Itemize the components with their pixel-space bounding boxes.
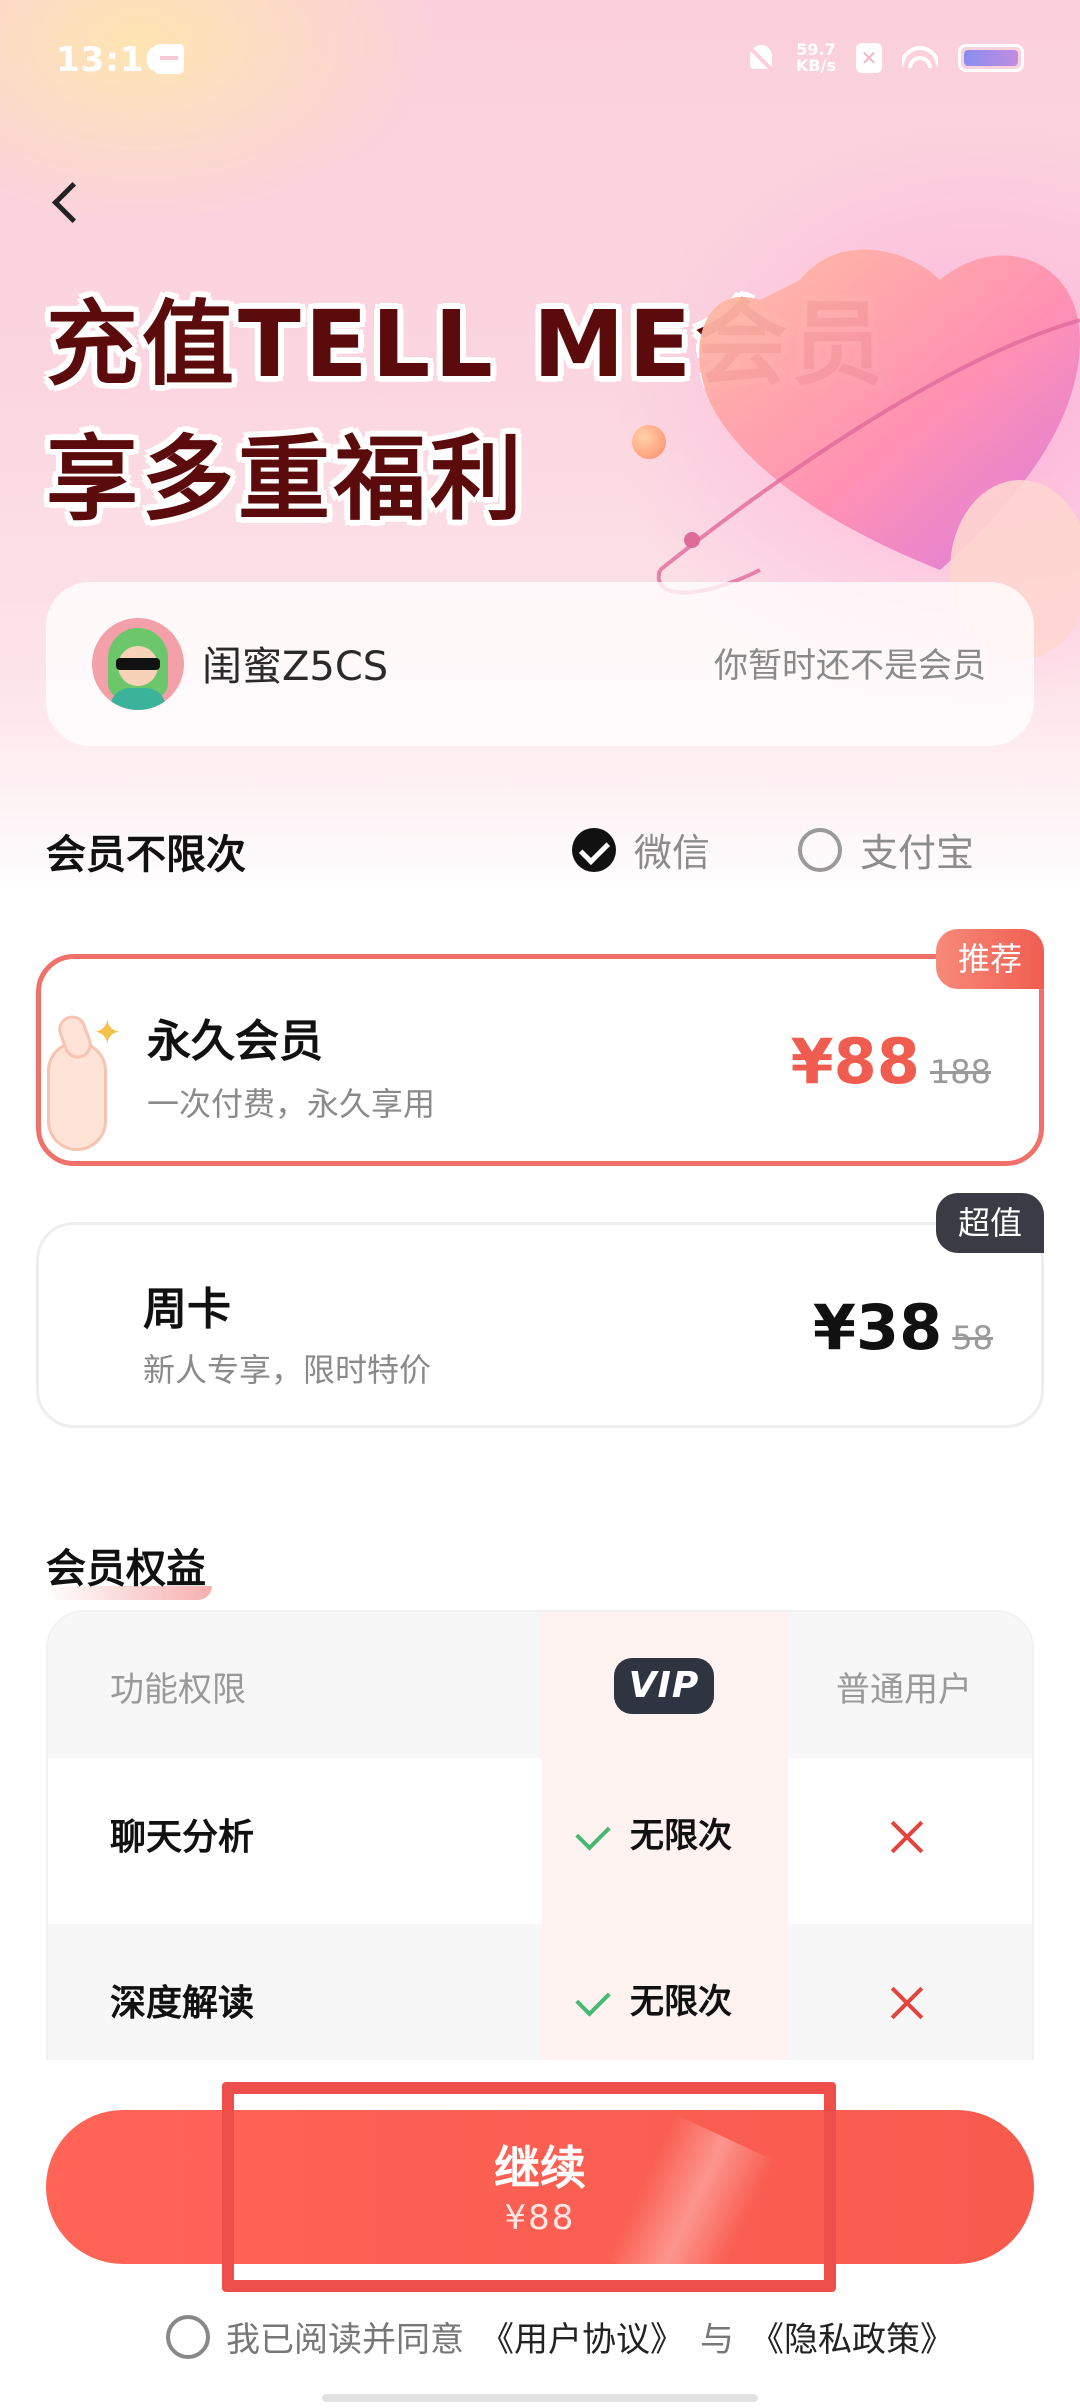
payment-option-wechat[interactable]: 微信: [572, 822, 710, 877]
user-agreement-link[interactable]: 《用户协议》: [480, 2312, 684, 2361]
user-card[interactable]: 闺蜜Z5CS 你暂时还不是会员: [46, 582, 1034, 746]
vip-value-text: 无限次: [630, 1816, 732, 1856]
payment-option-alipay[interactable]: 支付宝: [798, 822, 974, 877]
payment-label-wechat: 微信: [634, 831, 711, 875]
plan-name: 永久会员: [147, 1016, 323, 1067]
plan-price: ¥38 58: [813, 1291, 993, 1364]
agreement-checkbox[interactable]: [166, 2314, 210, 2359]
home-indicator[interactable]: [322, 2394, 758, 2402]
price-current: ¥38: [812, 1291, 943, 1364]
plan-card-weekly[interactable]: 超值 周卡 新人专享，限时特价 ¥38 58: [36, 1193, 1044, 1428]
cross-icon: [890, 1986, 924, 2020]
check-icon: [575, 1980, 611, 2017]
user-name: 闺蜜Z5CS: [202, 644, 389, 690]
vip-badge: VIP: [614, 1658, 714, 1714]
bell-off-icon: [746, 43, 776, 73]
price-current: ¥88: [790, 1025, 920, 1098]
payment-label-alipay: 支付宝: [860, 831, 975, 875]
header-normal-user: 普通用户: [836, 1670, 972, 1710]
thumbs-up-icon: ✦: [41, 1011, 141, 1155]
cross-icon: [890, 1820, 924, 1854]
member-status: 你暂时还不是会员: [714, 646, 986, 686]
avatar: [92, 618, 184, 710]
recommend-tag: 推荐: [935, 929, 1044, 989]
value-tag: 超值: [935, 1193, 1044, 1253]
hero-title-line2: 享多重福利: [46, 426, 527, 533]
agreement-conjunction: 与: [700, 2320, 734, 2360]
feature-name: 深度解读: [110, 1983, 255, 2024]
vip-value: 无限次: [575, 1974, 732, 2023]
back-button[interactable]: [40, 170, 100, 230]
feature-name: 聊天分析: [110, 1817, 255, 1858]
calendar-icon: [154, 44, 184, 74]
network-speed: 59.7 KB/s: [796, 42, 836, 74]
status-time: 13:16: [56, 40, 170, 80]
plan-name: 周卡: [143, 1284, 231, 1335]
price-original: 188: [929, 1053, 991, 1091]
benefits-table: 功能权限 VIP 普通用户 聊天分析 无限次 深度解读 无限次: [46, 1610, 1034, 2070]
section-title-benefits: 会员权益: [46, 1536, 212, 1600]
section-title-plans: 会员不限次: [46, 822, 252, 886]
network-speed-unit: KB/s: [796, 56, 836, 75]
agreement-row: 我已阅读并同意 《用户协议》 与 《隐私政策》: [166, 2312, 954, 2361]
highlight-frame: [222, 2082, 836, 2292]
check-icon: [575, 1814, 611, 1851]
status-bar: 13:16 59.7 KB/s ✕: [0, 0, 1080, 120]
header-feature: 功能权限: [110, 1670, 246, 1710]
radio-checked-icon: [572, 827, 616, 872]
radio-unchecked-icon: [798, 827, 842, 872]
vip-value: 无限次: [575, 1808, 732, 1857]
privacy-policy-link[interactable]: 《隐私政策》: [750, 2312, 954, 2361]
status-icons: 59.7 KB/s ✕: [746, 42, 1024, 74]
x-app-icon: ✕: [856, 43, 882, 73]
agreement-prefix: 我已阅读并同意: [226, 2320, 464, 2360]
plan-card-lifetime[interactable]: 推荐 ✦ 永久会员 一次付费，永久享用 ¥88 188: [36, 929, 1044, 1166]
price-original: 58: [952, 1319, 993, 1357]
plan-price: ¥88 188: [791, 1025, 992, 1098]
wifi-icon: [902, 44, 938, 72]
plan-description: 新人专享，限时特价: [143, 1351, 432, 1389]
battery-icon: [958, 44, 1024, 72]
vip-value-text: 无限次: [630, 1982, 732, 2022]
plan-description: 一次付费，永久享用: [147, 1085, 436, 1123]
